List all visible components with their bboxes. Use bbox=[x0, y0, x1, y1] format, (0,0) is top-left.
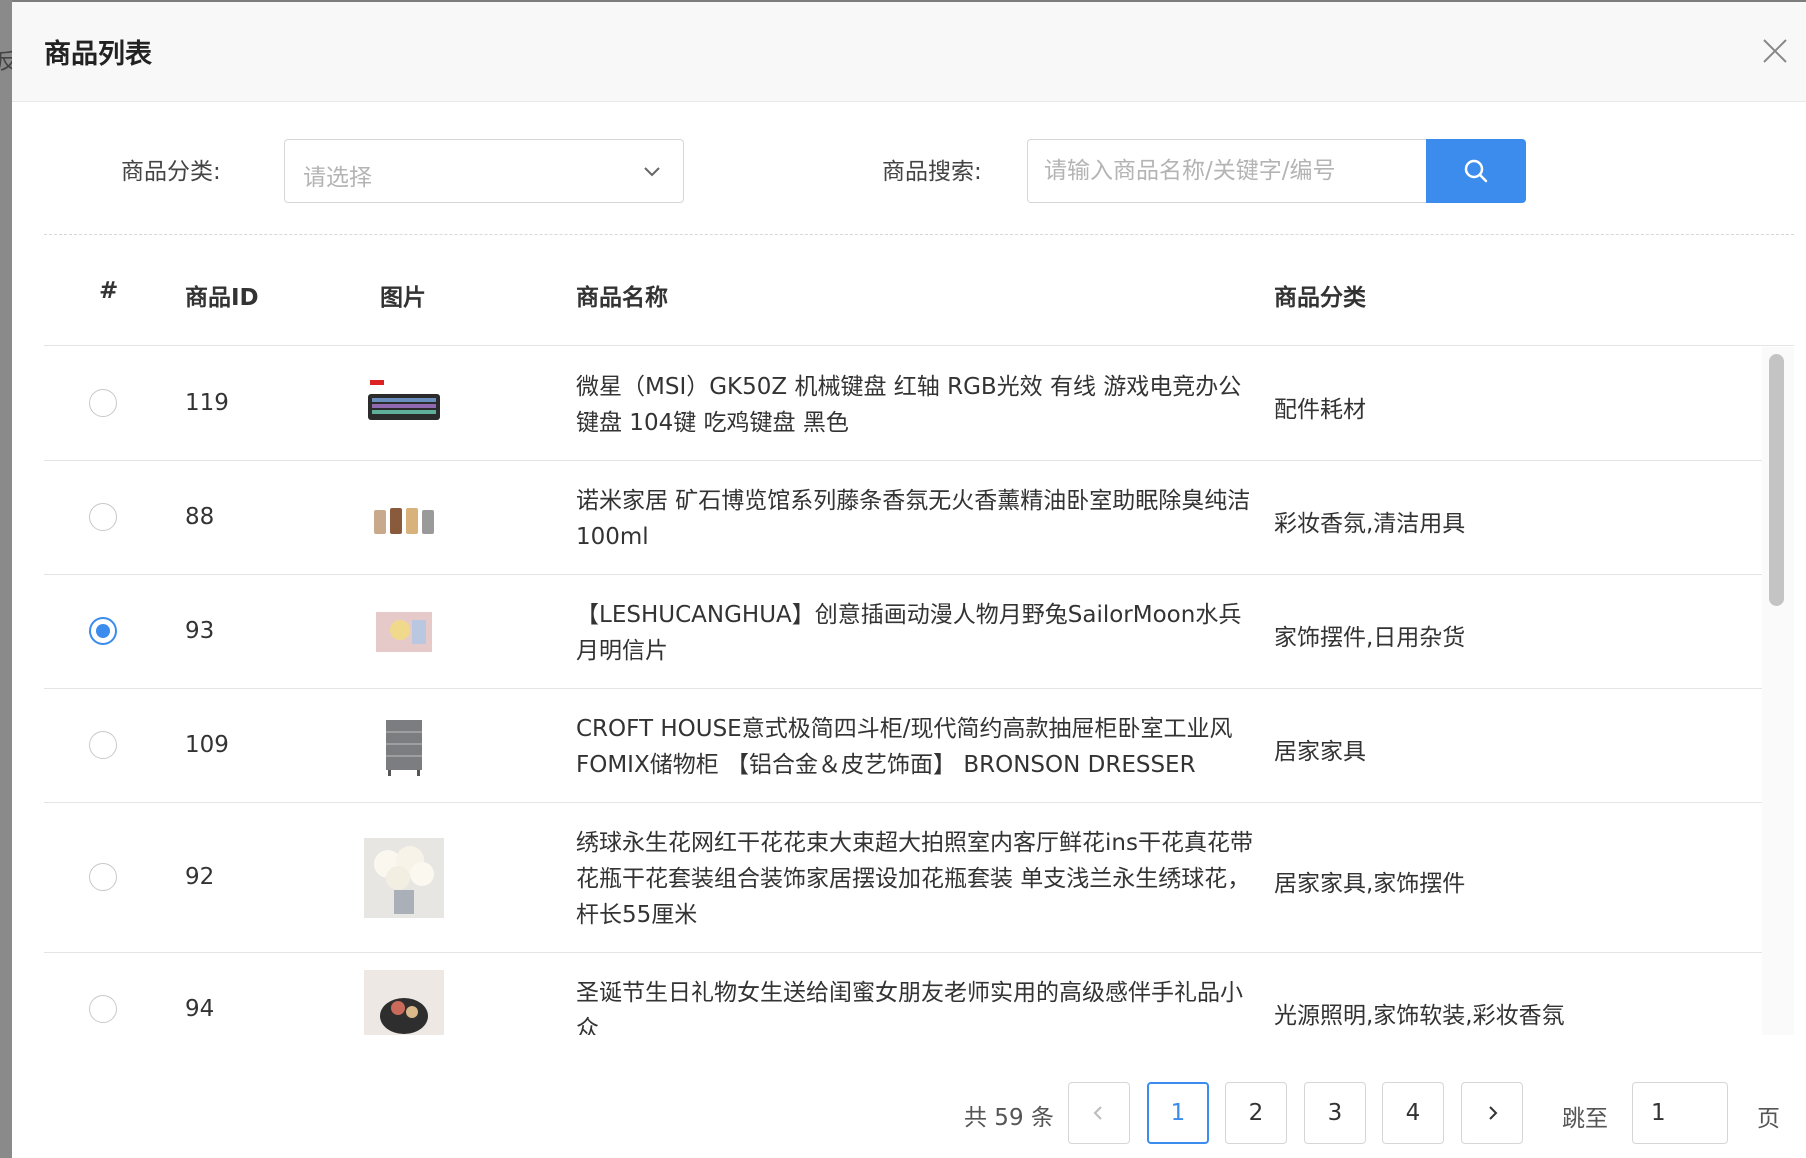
row-id: 88 bbox=[185, 504, 215, 530]
category-select-placeholder: 请选择 bbox=[303, 165, 372, 191]
row-category: 光源照明,家饰软装,彩妆香氛 bbox=[1274, 1003, 1565, 1029]
row-product-name: 绣球永生花网红干花花束大束超大拍照室内客厅鲜花ins干花真花带花瓶干花套装组合装… bbox=[576, 830, 1253, 928]
search-input[interactable] bbox=[1027, 139, 1440, 203]
header-product-id: 商品ID bbox=[185, 285, 259, 311]
row-product-name: 微星（MSI）GK50Z 机械键盘 红轴 RGB光效 有线 游戏电竞办公键盘 1… bbox=[576, 374, 1242, 436]
table-row[interactable]: 92 绣球永生花网红干花花束大束超大拍照室内客厅鲜花ins干花真花带花瓶干花套装… bbox=[44, 803, 1762, 953]
table-body: 119 微星（MSI）GK50Z 机械键盘 红轴 RGB光效 有线 游戏电竞办公… bbox=[44, 347, 1762, 1035]
backdrop bbox=[0, 0, 12, 1158]
perfume-bottles-thumbnail bbox=[374, 508, 434, 534]
goto-label: 跳至 bbox=[1562, 1106, 1608, 1132]
row-radio[interactable] bbox=[89, 995, 117, 1023]
row-radio[interactable] bbox=[89, 731, 117, 759]
page-button-3[interactable]: 3 bbox=[1304, 1082, 1366, 1144]
header-image: 图片 bbox=[380, 285, 426, 311]
row-radio[interactable] bbox=[89, 389, 117, 417]
row-id: 119 bbox=[185, 390, 229, 416]
category-select[interactable]: 请选择 bbox=[284, 139, 684, 203]
table-row[interactable]: 94 圣诞节生日礼物女生送给闺蜜女朋友老师实用的高级感伴手礼品小众 光源照明,家… bbox=[44, 953, 1762, 1035]
table-row[interactable]: 93 【LESHUCANGHUA】创意插画动漫人物月野兔SailorMoon水兵… bbox=[44, 575, 1762, 689]
table-row[interactable]: 109 CROFT HOUSE意式极简四斗柜/现代简约高款抽屉柜卧室工业风FOM… bbox=[44, 689, 1762, 803]
table-row[interactable]: 119 微星（MSI）GK50Z 机械键盘 红轴 RGB光效 有线 游戏电竞办公… bbox=[44, 347, 1762, 461]
row-radio[interactable] bbox=[89, 863, 117, 891]
row-id: 92 bbox=[185, 864, 215, 890]
modal-header: 商品列表 bbox=[12, 2, 1806, 102]
close-icon[interactable] bbox=[1760, 36, 1790, 66]
keyboard-thumbnail bbox=[368, 380, 440, 420]
row-product-name: 【LESHUCANGHUA】创意插画动漫人物月野兔SailorMoon水兵月明信… bbox=[576, 602, 1242, 664]
row-id: 109 bbox=[185, 732, 229, 758]
row-product-name: 圣诞节生日礼物女生送给闺蜜女朋友老师实用的高级感伴手礼品小众 bbox=[576, 980, 1243, 1035]
page-suffix-label: 页 bbox=[1757, 1106, 1780, 1132]
row-radio[interactable] bbox=[89, 503, 117, 531]
table-header: # 商品ID 图片 商品名称 商品分类 bbox=[44, 248, 1794, 346]
row-radio-selected[interactable] bbox=[89, 617, 117, 645]
table-row[interactable]: 88 诺米家居 矿石博览馆系列藤条香氛无火香薰精油卧室助眠除臭纯洁100ml 彩… bbox=[44, 461, 1762, 575]
goto-page-input[interactable] bbox=[1632, 1082, 1728, 1144]
chevron-right-icon bbox=[1489, 1106, 1498, 1120]
postcard-thumbnail bbox=[376, 612, 432, 652]
modal-title: 商品列表 bbox=[44, 39, 152, 70]
scrollbar-thumb[interactable] bbox=[1769, 354, 1784, 606]
page-button-2[interactable]: 2 bbox=[1225, 1082, 1287, 1144]
row-category: 彩妆香氛,清洁用具 bbox=[1274, 511, 1466, 537]
row-category: 居家家具,家饰摆件 bbox=[1274, 871, 1466, 897]
page-button-1[interactable]: 1 bbox=[1147, 1082, 1209, 1144]
chevron-down-icon bbox=[644, 167, 660, 177]
search-button[interactable] bbox=[1426, 139, 1526, 203]
row-product-name: CROFT HOUSE意式极简四斗柜/现代简约高款抽屉柜卧室工业风FOMIX储物… bbox=[576, 716, 1233, 778]
header-product-name: 商品名称 bbox=[576, 285, 668, 311]
product-list-modal: 商品列表 商品分类: 请选择 商品搜索: # 商品ID 图片 商品名称 商品分类 bbox=[12, 2, 1806, 1158]
row-category: 配件耗材 bbox=[1274, 397, 1366, 423]
gift-thumbnail bbox=[364, 970, 444, 1035]
category-filter-label: 商品分类: bbox=[121, 159, 221, 185]
header-category: 商品分类 bbox=[1274, 285, 1366, 311]
row-id: 94 bbox=[185, 996, 215, 1022]
row-category: 居家家具 bbox=[1274, 739, 1366, 765]
row-product-name: 诺米家居 矿石博览馆系列藤条香氛无火香薰精油卧室助眠除臭纯洁100ml bbox=[576, 488, 1251, 550]
dresser-thumbnail bbox=[386, 720, 422, 776]
prev-page-button[interactable] bbox=[1068, 1082, 1130, 1144]
row-id: 93 bbox=[185, 618, 215, 644]
header-select: # bbox=[99, 278, 119, 304]
row-category: 家饰摆件,日用杂货 bbox=[1274, 625, 1466, 651]
search-icon bbox=[1464, 159, 1488, 183]
filter-divider bbox=[44, 234, 1794, 235]
search-filter-label: 商品搜索: bbox=[882, 159, 982, 185]
page-button-4[interactable]: 4 bbox=[1382, 1082, 1444, 1144]
total-count: 共 59 条 bbox=[964, 1105, 1054, 1131]
chevron-left-icon bbox=[1093, 1106, 1102, 1120]
next-page-button[interactable] bbox=[1461, 1082, 1523, 1144]
flowers-thumbnail bbox=[364, 838, 444, 918]
